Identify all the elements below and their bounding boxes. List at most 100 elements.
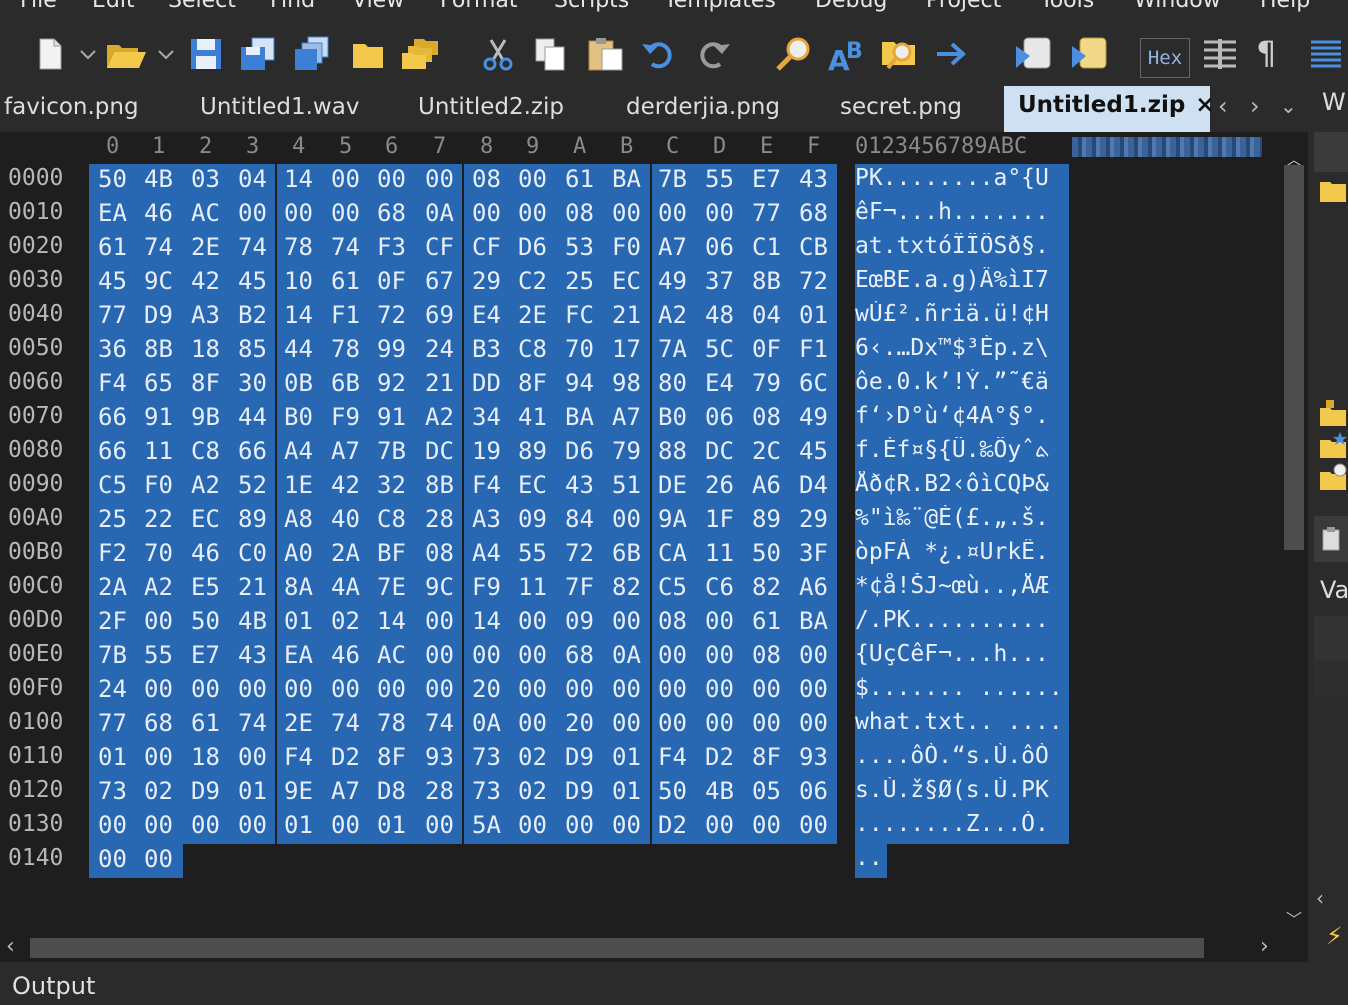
hex-byte[interactable]: 9A [658,505,687,533]
hex-byte[interactable]: A2 [658,301,687,329]
hex-byte[interactable]: 00 [658,709,687,737]
hex-byte[interactable]: 45 [98,267,127,295]
hex-byte[interactable]: 09 [518,505,547,533]
hex-byte[interactable]: 68 [799,199,828,227]
hex-byte[interactable]: 00 [144,607,173,635]
hex-byte[interactable]: 65 [144,369,173,397]
ascii-text[interactable]: what.txt.. .... [855,709,1068,735]
hex-byte[interactable]: 00 [518,675,547,703]
hex-byte[interactable]: B0 [658,403,687,431]
hex-byte[interactable]: 00 [752,675,781,703]
undo-icon[interactable] [640,36,676,72]
hex-byte[interactable]: F3 [377,233,406,261]
hex-byte[interactable]: 48 [705,301,734,329]
hex-byte[interactable]: 7B [377,437,406,465]
hex-byte[interactable]: 00 [331,165,360,193]
ascii-text[interactable]: %"ì‰¨@È(£.„.š. [855,505,1068,531]
hex-byte[interactable]: 00 [425,811,454,839]
hex-byte[interactable]: 91 [377,403,406,431]
hex-byte[interactable]: 00 [799,811,828,839]
hex-byte[interactable]: 73 [472,743,501,771]
hex-byte[interactable]: 42 [331,471,360,499]
hex-byte[interactable]: 24 [425,335,454,363]
hex-byte[interactable]: 68 [377,199,406,227]
hex-byte[interactable]: 45 [799,437,828,465]
hex-byte[interactable]: 00 [238,675,267,703]
hex-byte[interactable]: 91 [144,403,173,431]
hex-byte[interactable]: CA [658,539,687,567]
hex-byte[interactable]: 01 [377,811,406,839]
ascii-text[interactable]: ....ôÒ.“s.Ù.ôÒ [855,743,1068,769]
hex-byte[interactable]: 9E [284,777,313,805]
hex-byte[interactable]: 7A [658,335,687,363]
hex-byte[interactable]: 00 [612,675,641,703]
hex-byte[interactable]: 55 [705,165,734,193]
hex-byte[interactable]: 28 [425,505,454,533]
hex-byte[interactable]: 08 [472,165,501,193]
hex-byte[interactable]: 02 [518,743,547,771]
menu-edit[interactable]: Edit [92,0,135,13]
hex-byte[interactable]: 40 [331,505,360,533]
hex-byte[interactable]: 26 [705,471,734,499]
hex-byte[interactable]: 74 [144,233,173,261]
cut-icon[interactable] [480,36,516,72]
list-icon[interactable] [1308,36,1344,72]
ascii-text[interactable]: 6‹.…Dx™$³Èp.z\ [855,335,1068,361]
hex-byte[interactable]: 37 [705,267,734,295]
hex-byte[interactable]: 1E [284,471,313,499]
hex-byte[interactable]: 08 [752,641,781,669]
hex-byte[interactable]: 46 [144,199,173,227]
hex-byte[interactable]: 79 [612,437,641,465]
hex-byte[interactable]: 49 [799,403,828,431]
hex-byte[interactable]: A7 [331,437,360,465]
hex-byte[interactable]: 72 [377,301,406,329]
hex-byte[interactable]: 00 [425,607,454,635]
hex-byte[interactable]: 6B [331,369,360,397]
hex-byte[interactable]: 00 [238,811,267,839]
hex-byte[interactable]: 72 [799,267,828,295]
hex-byte[interactable]: A4 [472,539,501,567]
hex-byte[interactable]: A6 [752,471,781,499]
hex-byte[interactable]: F4 [472,471,501,499]
hex-byte[interactable]: 01 [98,743,127,771]
hex-byte[interactable]: 34 [472,403,501,431]
hex-byte[interactable]: 61 [752,607,781,635]
hex-byte[interactable]: E7 [752,165,781,193]
hex-byte[interactable]: D6 [518,233,547,261]
hex-byte[interactable]: 21 [425,369,454,397]
hex-byte[interactable]: D6 [565,437,594,465]
ascii-text[interactable]: ôe.0.k’!Ý.”˜€ä [855,369,1068,395]
hex-byte[interactable]: 78 [331,335,360,363]
hex-byte[interactable]: 92 [377,369,406,397]
hex-byte[interactable]: 00 [518,709,547,737]
hex-byte[interactable]: 06 [705,403,734,431]
hex-byte[interactable]: CF [472,233,501,261]
hex-byte[interactable]: 6C [799,369,828,397]
hex-byte[interactable]: 9C [425,573,454,601]
output-label[interactable]: Output [12,972,95,1000]
redo-icon[interactable] [696,36,732,72]
hex-byte[interactable]: 74 [238,709,267,737]
hex-byte[interactable]: 00 [331,199,360,227]
close-icon[interactable]: × [1195,92,1214,118]
hex-byte[interactable]: 00 [377,165,406,193]
hex-byte[interactable]: DD [472,369,501,397]
ascii-text[interactable]: /.PK.......... [855,607,1068,633]
scroll-right-icon[interactable]: › [1260,934,1269,959]
hex-byte[interactable]: 7B [98,641,127,669]
hex-byte[interactable]: 00 [612,505,641,533]
hex-byte[interactable]: 46 [191,539,220,567]
hex-byte[interactable]: D2 [705,743,734,771]
hex-byte[interactable]: 01 [284,811,313,839]
hex-byte[interactable]: F0 [612,233,641,261]
hex-byte[interactable]: A2 [144,573,173,601]
hex-byte[interactable]: BA [799,607,828,635]
hex-byte[interactable]: DC [425,437,454,465]
hex-byte[interactable]: E4 [705,369,734,397]
goto-icon[interactable] [934,36,970,72]
hex-byte[interactable]: F4 [284,743,313,771]
hex-byte[interactable]: A7 [658,233,687,261]
hex-byte[interactable]: 02 [144,777,173,805]
hex-byte[interactable]: BF [377,539,406,567]
replace-icon[interactable]: AB [826,36,870,72]
